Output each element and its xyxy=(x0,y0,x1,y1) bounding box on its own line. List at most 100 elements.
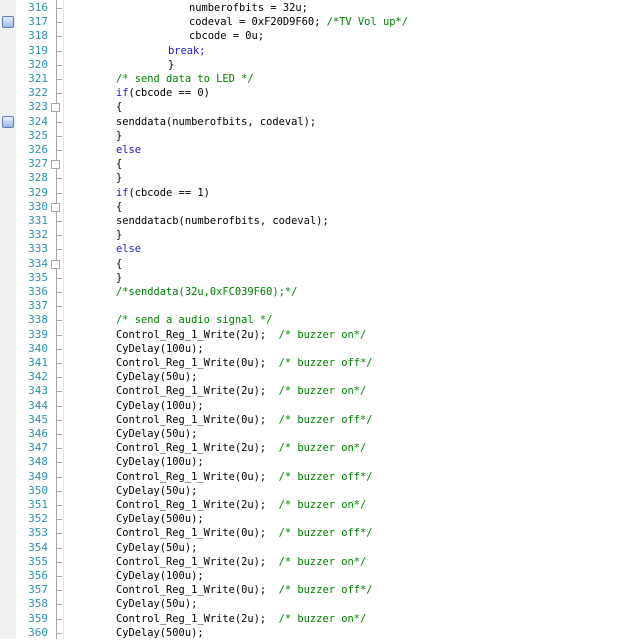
code-line[interactable]: 336 /*senddata(32u,0xFC039F60);*/ xyxy=(0,285,619,299)
code-text: Control_Reg_1_Write(2u); /* buzzer on*/ xyxy=(116,612,366,626)
code-line[interactable]: 320} xyxy=(0,58,619,72)
line-number: 357 xyxy=(28,583,48,597)
code-line[interactable]: 357 Control_Reg_1_Write(0u); /* buzzer of… xyxy=(0,583,619,597)
code-line[interactable]: 324 senddata(numberofbits, codeval); xyxy=(0,115,619,129)
code-line[interactable]: 333 else xyxy=(0,242,619,256)
code-line[interactable]: 332} xyxy=(0,228,619,242)
code-text: Control_Reg_1_Write(2u); /* buzzer on*/ xyxy=(116,384,366,398)
line-number: 320 xyxy=(28,57,48,71)
code-line[interactable]: 338 /* send a audio signal */ xyxy=(0,313,619,327)
code-text: CyDelay(500u); xyxy=(116,626,204,640)
fold-toggle-icon[interactable] xyxy=(51,103,60,113)
code-line[interactable]: 322 if(cbcode == 0) xyxy=(0,86,619,100)
code-text: } xyxy=(168,58,174,72)
code-text: Control_Reg_1_Write(2u); /* buzzer on*/ xyxy=(116,498,366,512)
code-line[interactable]: 354 CyDelay(50u); xyxy=(0,541,619,555)
fold-guide-icon xyxy=(57,519,62,521)
code-token: CyDelay(100u); xyxy=(116,342,204,355)
code-line[interactable]: 325} xyxy=(0,129,619,143)
code-text: } xyxy=(116,171,122,185)
fold-guide-icon xyxy=(57,235,62,237)
fold-guide-icon xyxy=(57,448,62,450)
code-line[interactable]: 337 xyxy=(0,299,619,313)
keyword-token: if xyxy=(116,87,129,100)
code-line[interactable]: 326 else xyxy=(0,143,619,157)
line-number: 348 xyxy=(28,455,48,469)
code-token: } xyxy=(116,229,123,242)
code-text: Control_Reg_1_Write(0u); /* buzzer off*/ xyxy=(116,413,373,427)
line-number: 356 xyxy=(28,569,48,582)
code-text: Control_Reg_1_Write(0u); /* buzzer off*/ xyxy=(116,470,373,484)
code-line[interactable]: 351 Control_Reg_1_Write(2u); /* buzzer on… xyxy=(0,498,619,512)
line-number: 346 xyxy=(28,427,48,440)
code-line[interactable]: 318 cbcode = 0u; xyxy=(0,29,619,43)
code-line[interactable]: 316 numberofbits = 32u; xyxy=(0,1,619,15)
code-line[interactable]: 347 Control_Reg_1_Write(2u); /* buzzer on… xyxy=(0,441,619,455)
bookmark-icon[interactable] xyxy=(2,115,14,128)
code-line[interactable]: 360 CyDelay(500u); xyxy=(0,626,619,640)
code-line[interactable]: 335} xyxy=(0,271,619,285)
comment-token: /* buzzer on*/ xyxy=(278,385,367,398)
fold-guide-icon xyxy=(57,22,62,24)
code-token: Control_Reg_1_Write(0u); xyxy=(116,357,279,369)
fold-toggle-icon[interactable] xyxy=(51,202,60,212)
line-number: 336 xyxy=(28,285,48,298)
code-line[interactable]: 340 CyDelay(100u); xyxy=(0,342,619,356)
code-line[interactable]: 330 { xyxy=(0,200,619,214)
code-line[interactable]: 350 CyDelay(50u); xyxy=(0,484,619,498)
comment-token: /* send data to LED */ xyxy=(116,73,254,85)
code-text: Control_Reg_1_Write(0u); /* buzzer off*/ xyxy=(116,526,373,540)
code-token: Control_Reg_1_Write(0u); xyxy=(116,470,279,483)
code-line[interactable]: 353 Control_Reg_1_Write(0u); /* buzzer of… xyxy=(0,526,619,540)
line-number: 318 xyxy=(28,29,48,43)
code-line[interactable]: 327 { xyxy=(0,157,619,171)
code-line[interactable]: 334 { xyxy=(0,257,619,271)
bookmark-icon[interactable] xyxy=(2,16,14,29)
code-line[interactable]: 344 CyDelay(100u); xyxy=(0,399,619,413)
code-line[interactable]: 328} xyxy=(0,171,619,185)
code-token: CyDelay(100u); xyxy=(116,456,204,469)
code-line[interactable]: 342 CyDelay(50u); xyxy=(0,370,619,384)
code-line[interactable]: 356 CyDelay(100u); xyxy=(0,569,619,583)
code-line[interactable]: 345 Control_Reg_1_Write(0u); /* buzzer of… xyxy=(0,413,619,427)
code-line[interactable]: 331 senddatacb(numberofbits, codeval); xyxy=(0,214,619,228)
line-number: 345 xyxy=(28,412,48,426)
comment-token: /* buzzer on*/ xyxy=(278,328,367,341)
line-number: 338 xyxy=(28,313,48,327)
code-line[interactable]: 343 Control_Reg_1_Write(2u); /* buzzer on… xyxy=(0,384,619,398)
code-token: codeval = 0xF20D9F60; xyxy=(189,16,327,29)
code-text: } xyxy=(116,129,122,143)
code-text: CyDelay(100u); xyxy=(116,342,204,356)
line-number: 316 xyxy=(28,1,48,14)
comment-token: /* buzzer off*/ xyxy=(278,413,373,426)
code-line[interactable]: 317 codeval = 0xF20D9F60; /*TV Vol up*/ xyxy=(0,15,619,29)
code-token: CyDelay(50u); xyxy=(116,428,198,440)
line-number: 352 xyxy=(28,512,48,526)
code-text: break; xyxy=(168,44,206,58)
fold-toggle-icon[interactable] xyxy=(51,160,60,170)
code-line[interactable]: 359 Control_Reg_1_Write(2u); /* buzzer on… xyxy=(0,612,619,626)
code-text: codeval = 0xF20D9F60; /*TV Vol up*/ xyxy=(189,15,408,29)
code-line[interactable]: 349 Control_Reg_1_Write(0u); /* buzzer of… xyxy=(0,470,619,484)
code-line[interactable]: 341 Control_Reg_1_Write(0u); /* buzzer of… xyxy=(0,356,619,370)
code-line[interactable]: 323 { xyxy=(0,100,619,114)
code-line[interactable]: 321 /* send data to LED */ xyxy=(0,72,619,86)
line-number: 317 xyxy=(28,15,48,29)
code-editor[interactable]: 316 numberofbits = 32u; 317 codeval = 0xF20… xyxy=(0,0,619,639)
code-line[interactable]: 339 Control_Reg_1_Write(2u); /* buzzer on… xyxy=(0,328,619,342)
code-line[interactable]: 346 CyDelay(50u); xyxy=(0,427,619,441)
fold-guide-icon xyxy=(57,348,62,350)
keyword-token: else xyxy=(116,144,142,156)
code-line[interactable]: 352 CyDelay(500u); xyxy=(0,512,619,526)
fold-guide-icon xyxy=(57,363,62,364)
code-line[interactable]: 348 CyDelay(100u); xyxy=(0,455,619,469)
comment-token: /*TV Vol up*/ xyxy=(326,16,408,29)
comment-token: /* buzzer on*/ xyxy=(278,612,367,625)
fold-toggle-icon[interactable] xyxy=(51,259,60,269)
code-line[interactable]: 355 Control_Reg_1_Write(2u); /* buzzer on… xyxy=(0,555,619,569)
code-token: Control_Reg_1_Write(0u); xyxy=(116,527,279,540)
line-number: 359 xyxy=(28,611,48,625)
code-line[interactable]: 329 if(cbcode == 1) xyxy=(0,186,619,200)
code-line[interactable]: 319 break; xyxy=(0,44,619,58)
code-line[interactable]: 358 CyDelay(50u); xyxy=(0,597,619,611)
